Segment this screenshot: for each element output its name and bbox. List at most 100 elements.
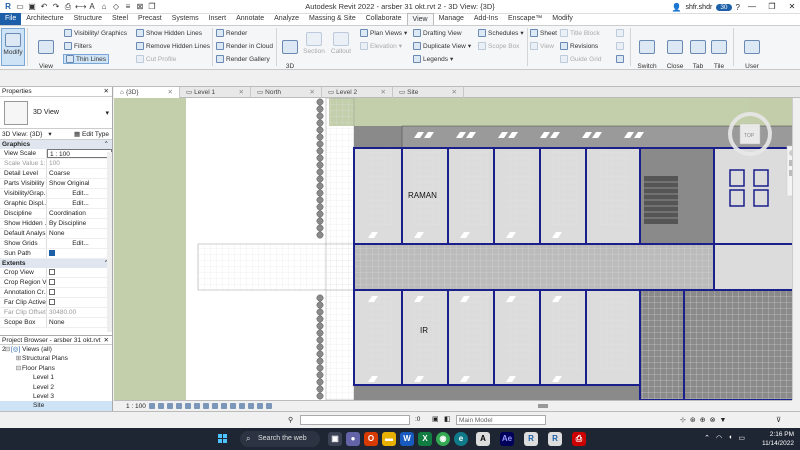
browser-item[interactable]: Level 3 (0, 392, 112, 401)
view-tab-3d[interactable]: ⌂ {3D} ✕ (114, 87, 180, 98)
view-tab-level-1[interactable]: ▭ Level 1 ✕ (180, 87, 251, 98)
sheet-extra-icon[interactable] (616, 29, 624, 37)
scope-box-button[interactable]: Scope Box (478, 42, 519, 50)
view-templates-button[interactable]: View Templates (30, 28, 62, 78)
detail-level-icon[interactable] (148, 403, 155, 409)
3d-view-icon[interactable]: ⌂ (99, 2, 109, 12)
3d-view-button[interactable]: 3D View (279, 28, 301, 78)
property-value[interactable] (47, 288, 112, 297)
shadows-icon[interactable] (175, 403, 182, 409)
view-tab-level-2[interactable]: ▭ Level 2 ✕ (322, 87, 393, 98)
user-interface-button[interactable]: User Interface (737, 28, 767, 78)
design-options-icon[interactable]: ▣ (432, 415, 439, 423)
callout-button[interactable]: Callout (328, 28, 354, 66)
edge-icon[interactable]: e (454, 432, 468, 446)
schedules-button[interactable]: Schedules ▾ (478, 29, 524, 37)
tab-precast[interactable]: Precast (133, 13, 167, 25)
sun-path-icon[interactable] (166, 403, 173, 409)
user-icon[interactable]: 👤 (671, 3, 681, 12)
revit-2-taskbar-icon[interactable]: R (548, 432, 562, 446)
status-zoom-icon[interactable]: ⚲ (288, 416, 293, 424)
render-in-cloud-button[interactable]: Render in Cloud (216, 42, 273, 50)
editable-icon[interactable]: ◧ (444, 415, 451, 423)
filter-icon[interactable]: ⊽ (776, 416, 781, 424)
property-group-extents[interactable]: Extents⌃ (0, 259, 112, 268)
switch-windows-button[interactable]: Switch Windows (632, 28, 662, 78)
checkbox[interactable] (49, 299, 55, 306)
expand-icon[interactable]: ⊞ (15, 354, 22, 363)
property-value[interactable]: Show Original (47, 179, 112, 188)
section-icon[interactable]: ◇ (111, 2, 121, 12)
after-effects-icon[interactable]: Ae (500, 432, 514, 446)
elevation-button[interactable]: Elevation ▾ (360, 42, 402, 50)
view-button[interactable]: View (530, 42, 554, 50)
edit-type-button[interactable]: ▦ Edit Type (74, 129, 112, 139)
maximize-button[interactable]: ❐ (764, 0, 780, 14)
sheet-extra-icon-3[interactable] (616, 55, 624, 63)
tab-analyze[interactable]: Analyze (269, 13, 304, 25)
analytical-model-icon[interactable] (238, 403, 245, 409)
canvas-horizontal-scrollbar[interactable] (300, 400, 792, 411)
tab-structure[interactable]: Structure (69, 13, 107, 25)
tab-systems[interactable]: Systems (167, 13, 204, 25)
wifi-icon[interactable]: ◠ (716, 434, 722, 442)
crop-region-icon[interactable] (202, 403, 209, 409)
property-value[interactable]: None (47, 229, 112, 238)
save-icon[interactable]: ▣ (27, 2, 37, 12)
task-view-icon[interactable]: ▣ (328, 432, 342, 446)
reveal-hidden-icon[interactable] (229, 403, 236, 409)
cut-profile-button[interactable]: Cut Profile (136, 55, 176, 63)
render-button[interactable]: Render (216, 29, 247, 37)
collapse-icon[interactable]: ⊟ (4, 345, 11, 354)
section-button[interactable]: Section (302, 28, 326, 66)
thin-lines-icon[interactable]: ≡ (123, 2, 133, 12)
property-value[interactable] (47, 278, 112, 287)
property-row[interactable]: Crop Region V... (0, 278, 112, 288)
browser-item[interactable]: ⊞Structural Plans (0, 354, 112, 363)
property-value[interactable]: 30480.00 (47, 308, 112, 317)
autocad-icon[interactable]: A (476, 432, 490, 446)
browser-item[interactable]: ⊟[◎] Views (all) (0, 345, 112, 354)
chevron-up-icon[interactable]: ⌃ (704, 434, 710, 442)
collapse-icon[interactable]: ⊟ (15, 364, 22, 373)
redo-icon[interactable]: ↷ (51, 2, 61, 12)
close-icon[interactable]: ✕ (104, 336, 112, 344)
filters-button[interactable]: Filters (64, 42, 92, 50)
render-dialog-icon[interactable] (184, 403, 191, 409)
revisions-button[interactable]: Revisions (560, 42, 598, 50)
close-hidden-icon[interactable]: ⊠ (135, 2, 145, 12)
windows-start-icon[interactable] (218, 434, 228, 444)
close-icon[interactable]: ✕ (239, 87, 244, 98)
sheet-button[interactable]: Sheet (530, 29, 557, 37)
properties-scrollbar[interactable] (107, 152, 112, 332)
tab-modify[interactable]: Modify (547, 13, 578, 25)
property-value[interactable] (47, 268, 112, 277)
reveal-constraints-icon[interactable] (256, 403, 263, 409)
property-value[interactable]: None (47, 318, 112, 327)
tab-file[interactable]: File (0, 13, 22, 25)
close-icon[interactable]: ✕ (452, 87, 457, 98)
show-hidden-lines-button[interactable]: Show Hidden Lines (136, 29, 202, 37)
modify-button[interactable]: Modify (1, 28, 25, 66)
active-model-select[interactable]: Main Model (456, 415, 546, 425)
title-block-button[interactable]: Title Block (560, 29, 600, 37)
property-row[interactable]: Default Analys... None (0, 229, 112, 239)
instance-selector[interactable]: 3D View: {3D} ▾ ▦ Edit Type (0, 129, 112, 140)
view-scale[interactable]: 1 : 100 (126, 403, 146, 410)
text-icon[interactable]: A (87, 2, 97, 12)
browser-item[interactable]: ⊟Floor Plans (0, 364, 112, 373)
revit-taskbar-icon[interactable]: R (524, 432, 538, 446)
clock-badge[interactable]: 30 (716, 3, 732, 11)
view-tab-site[interactable]: ▭ Site ✕ (393, 87, 464, 98)
close-inactive-button[interactable]: Close Inactive (663, 28, 687, 78)
chat-icon[interactable]: ● (346, 432, 360, 446)
tab-enscape[interactable]: Enscape™ (503, 13, 547, 25)
close-icon[interactable]: ✕ (381, 87, 386, 98)
property-row[interactable]: Parts Visibility Show Original (0, 179, 112, 189)
tab-insert[interactable]: Insert (204, 13, 232, 25)
guide-grid-button[interactable]: Guide Grid (560, 55, 601, 63)
property-value[interactable] (47, 249, 112, 258)
checkbox[interactable] (49, 250, 55, 257)
browser-item[interactable]: Level 1 (0, 373, 112, 382)
type-selector[interactable]: 3D View ▾ (0, 97, 112, 129)
